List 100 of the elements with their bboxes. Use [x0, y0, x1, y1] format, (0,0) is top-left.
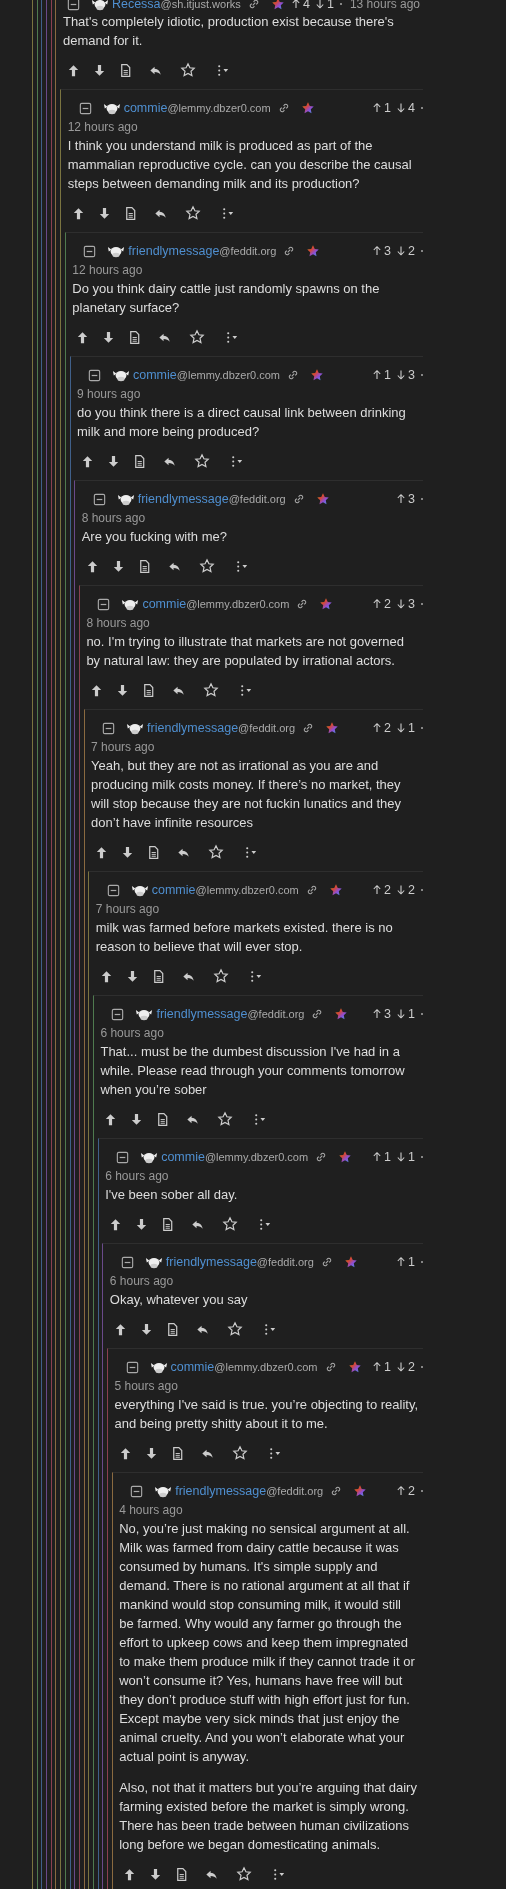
star-icon[interactable]	[226, 1321, 243, 1337]
downvote-arrow-icon	[396, 1008, 407, 1020]
upvote-count: 3	[408, 492, 415, 506]
upvote-arrow-icon	[372, 245, 383, 257]
instance-name: @lemmy.dbzer0.com	[186, 598, 290, 610]
collapse-icon[interactable]	[115, 1149, 131, 1165]
username-link[interactable]: friendlymessage	[137, 492, 229, 506]
upvote-count: 2	[384, 597, 392, 611]
comment-text: That... must be the dumbest discussion I've had in a while. Please read through your comments tomorrow when you’re sober	[100, 1043, 406, 1099]
comment-text: everything I've said is true. you’re objecting to reality, and being pretty shitty about it to me.	[114, 1396, 420, 1433]
upvote-count: 3	[384, 1007, 392, 1021]
timestamp: 6 hours ago	[100, 1025, 165, 1042]
upvote-count: 2	[384, 883, 392, 897]
star-icon[interactable]	[184, 205, 201, 221]
username-link[interactable]: friendlymessage	[147, 721, 239, 735]
upvote-arrow-icon	[372, 1008, 383, 1020]
star-badge-icon	[334, 1007, 349, 1021]
username-link[interactable]: friendlymessage	[128, 244, 220, 258]
instance-name: @lemmy.dbzer0.com	[195, 884, 299, 896]
star-icon[interactable]	[222, 1216, 239, 1232]
collapse-icon[interactable]	[110, 1006, 126, 1022]
collapse-icon[interactable]	[105, 882, 121, 898]
collapse-icon[interactable]	[87, 367, 102, 383]
downvote-count: 3	[408, 368, 415, 382]
upvote-arrow-icon	[372, 598, 383, 610]
upvote-count: 4	[303, 0, 310, 11]
username-link[interactable]: friendlymessage	[165, 1255, 257, 1269]
instance-name: @feddit.org	[238, 722, 296, 734]
timestamp: 6 hours ago	[109, 1273, 175, 1290]
collapse-icon[interactable]	[91, 491, 107, 507]
collapse-icon[interactable]	[101, 720, 117, 736]
username-link[interactable]: commie	[133, 368, 177, 382]
upvote-arrow-icon	[291, 0, 302, 10]
collapse-icon[interactable]	[119, 1254, 135, 1270]
upvote-icon[interactable]	[80, 453, 95, 469]
username-link[interactable]: commie	[123, 101, 168, 115]
upvote-arrow-icon	[372, 102, 383, 114]
star-badge-icon	[325, 721, 340, 735]
username-link[interactable]: Recessa	[111, 0, 161, 11]
timestamp: 12 hours ago	[72, 262, 144, 279]
star-icon[interactable]	[194, 453, 210, 469]
username-link[interactable]: commie	[151, 883, 196, 897]
username-link[interactable]: commie	[170, 1360, 215, 1374]
downvote-arrow-icon	[396, 1151, 407, 1163]
star-icon[interactable]	[236, 1866, 253, 1882]
comment-text: Do you think dairy cattle just randomly spawns on the planetary surface?	[72, 280, 381, 317]
upvote-arrow-icon	[372, 1151, 383, 1163]
collapse-icon[interactable]	[96, 596, 112, 612]
star-icon[interactable]	[231, 1445, 248, 1461]
username-link[interactable]: commie	[161, 1150, 205, 1164]
comment-text: I've been sober all day.	[105, 1186, 239, 1204]
username-link[interactable]: friendlymessage	[175, 1484, 267, 1498]
instance-name: @feddit.org	[228, 493, 286, 505]
instance-name: @lemmy.dbzer0.com	[167, 102, 271, 114]
downvote-arrow-icon	[396, 1361, 407, 1373]
collapse-icon[interactable]	[129, 1483, 145, 1499]
star-icon[interactable]	[212, 968, 229, 984]
star-icon[interactable]	[217, 1111, 234, 1127]
star-icon[interactable]	[179, 62, 196, 78]
star-icon[interactable]	[203, 682, 220, 698]
downvote-icon[interactable]	[106, 453, 121, 469]
downvote-arrow-icon	[315, 0, 325, 10]
upvote-count: 3	[384, 244, 392, 258]
star-icon[interactable]	[198, 558, 215, 574]
downvote-arrow-icon	[396, 245, 407, 257]
star-badge-icon	[300, 101, 315, 115]
username-link[interactable]: commie	[142, 597, 187, 611]
instance-name: @feddit.org	[266, 1485, 324, 1497]
collapse-icon[interactable]	[65, 0, 81, 12]
timestamp: 6 hours ago	[105, 1168, 170, 1185]
upvote-count: 1	[408, 1255, 415, 1269]
instance-name: @feddit.org	[256, 1256, 314, 1268]
username-link[interactable]: friendlymessage	[156, 1007, 248, 1021]
view-source-icon[interactable]	[132, 453, 147, 469]
timestamp: 8 hours ago	[86, 615, 151, 632]
upvote-arrow-icon	[396, 1485, 407, 1497]
star-badge-icon	[343, 1255, 358, 1269]
star-icon[interactable]	[208, 844, 225, 860]
star-badge-icon	[328, 883, 343, 897]
star-badge-icon	[310, 368, 325, 382]
comment-text: That's completely idiotic, production exist because there's demand for it.	[62, 13, 395, 50]
collapse-icon[interactable]	[124, 1359, 140, 1375]
upvote-count: 1	[384, 1150, 392, 1164]
comment-text: No, you’re just making no sensical argument at all. Milk was farmed from dairy cattle because it was consumed by humans. It's simple supply and demand. There is no rational argument at all that if mankind would stop consuming milk, it would still be farmed. Why would any farmer go through the effort to upkeep cows and keep them impregnated to make them produce milk if they cannot trade it or won’t consume it? Yes, humans have free will but they don’t produce stuff with high effort just for fun. Except maybe very sick minds that just enjoy the animal cruelty. And you won’t elaborate what your actual point is anyway.	[119, 1520, 416, 1766]
comment-text: no. I'm trying to illustrate that markets are not governed by natural law: they are populated by irrational actors.	[86, 633, 405, 670]
upvote-count: 2	[408, 1484, 415, 1498]
star-badge-icon	[319, 597, 334, 611]
downvote-count: 1	[408, 721, 415, 735]
upvote-arrow-icon	[372, 369, 383, 381]
collapse-icon[interactable]	[77, 100, 93, 116]
instance-name: @sh.itjust.works	[160, 0, 241, 10]
upvote-arrow-icon	[372, 1361, 383, 1373]
timestamp: 4 hours ago	[119, 1502, 184, 1519]
downvote-arrow-icon	[396, 369, 407, 381]
collapse-icon[interactable]	[82, 243, 98, 259]
timestamp: 7 hours ago	[95, 901, 161, 918]
timestamp: 8 hours ago	[81, 510, 147, 527]
star-icon[interactable]	[189, 329, 206, 345]
avatar-icon	[90, 0, 109, 12]
downvote-arrow-icon	[396, 598, 407, 610]
